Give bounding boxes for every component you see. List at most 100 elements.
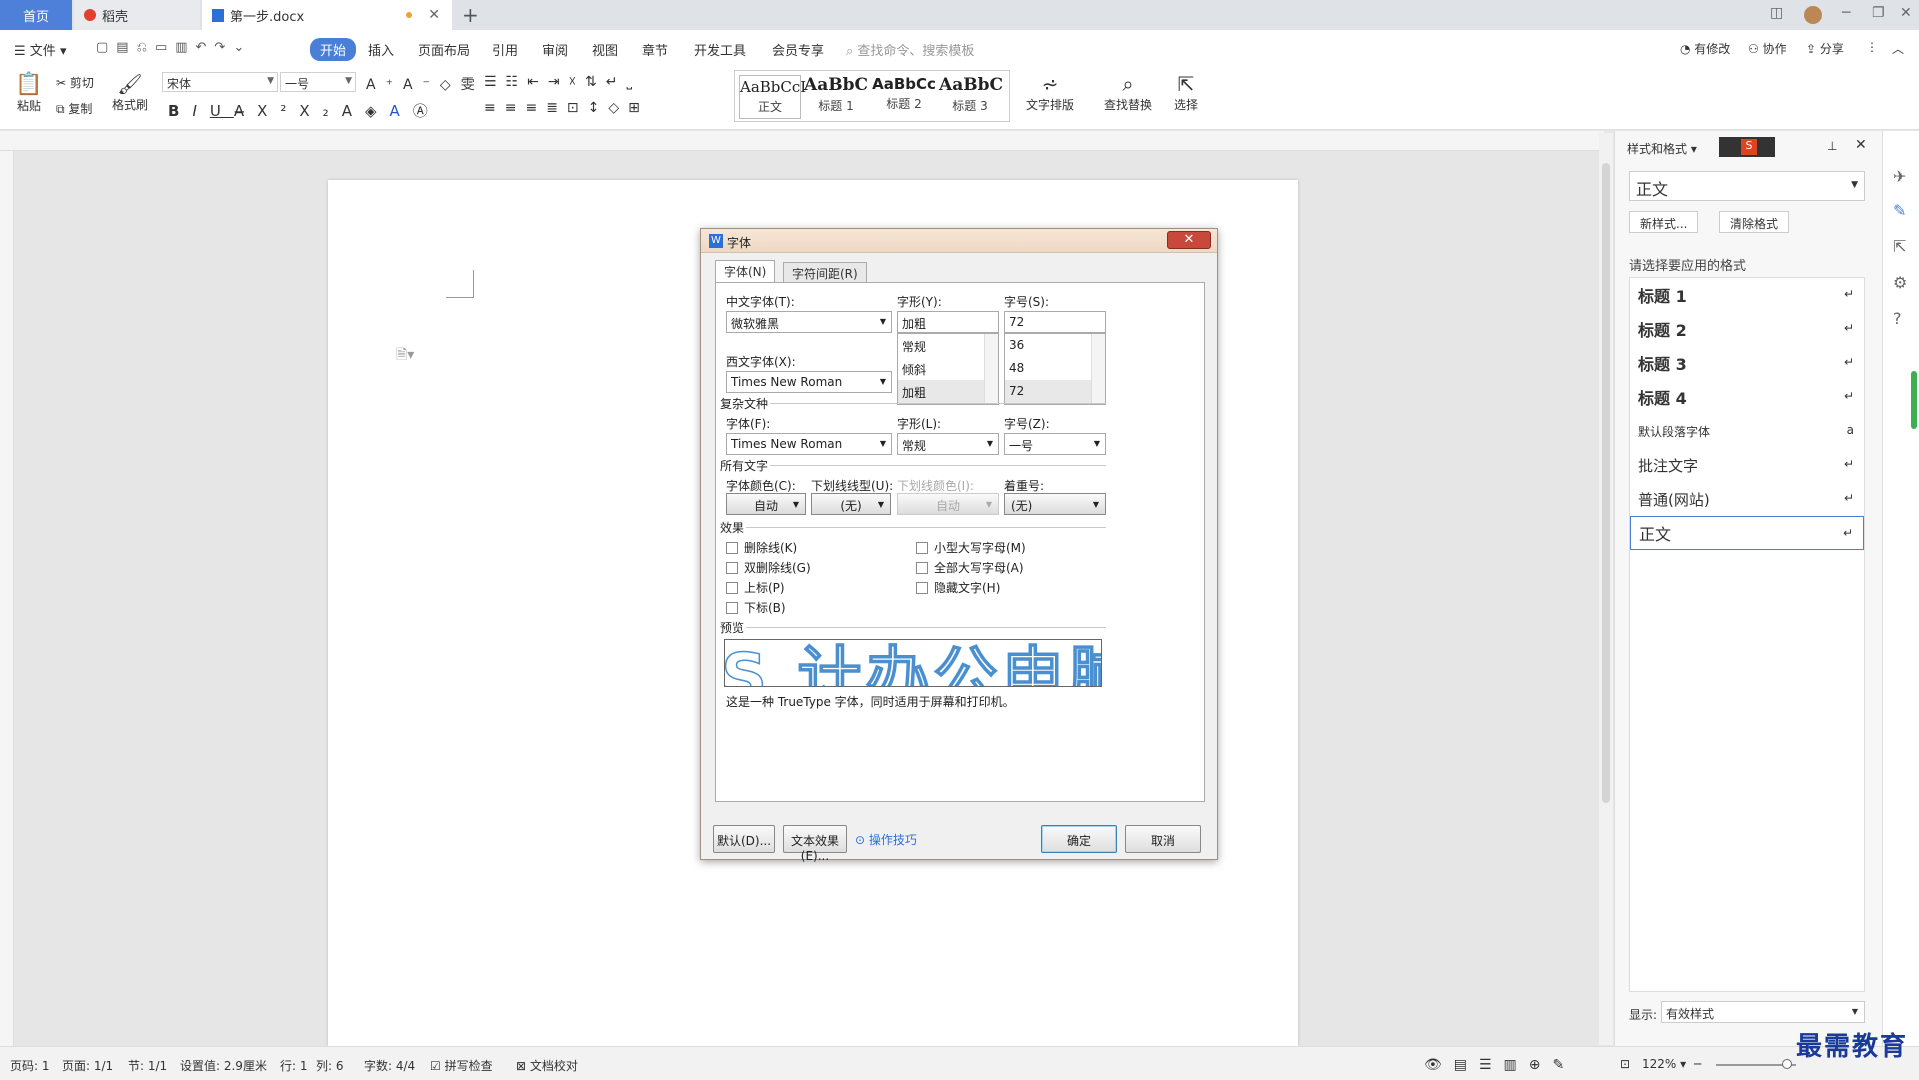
menu-file[interactable]: ☰ 文件 ▾ (14, 40, 66, 59)
menu-reference[interactable]: 引用 (492, 40, 518, 59)
layout-icon[interactable]: ◫ (1770, 5, 1783, 21)
font-name-select[interactable]: 宋体 ▼ (162, 72, 278, 92)
west-font-select[interactable]: Times New Roman ▼ (726, 371, 892, 393)
sliders-icon[interactable]: ⚙ (1893, 273, 1907, 292)
text-layout-button[interactable]: ⩫ 文字排版 (1026, 72, 1074, 113)
style-heading3[interactable]: AaBbC 标题 3 (939, 75, 1003, 114)
default-button[interactable]: 默认(D)... (713, 825, 775, 853)
tips-link[interactable]: ⊙ 操作技巧 (855, 831, 917, 848)
close-panel-icon[interactable]: ✕ (1855, 137, 1867, 153)
complex-style-select[interactable]: 常规 ▼ (897, 433, 999, 455)
list-item[interactable]: 标题 3 ↵ (1630, 346, 1864, 380)
double-strike-checkbox[interactable]: 双删除线(G) (726, 559, 811, 576)
proofread-button[interactable]: ⊠ 文档校对 (516, 1057, 578, 1074)
complex-size-select[interactable]: 一号 ▼ (1004, 433, 1106, 455)
vertical-ruler[interactable] (0, 151, 14, 1046)
avatar[interactable] (1804, 6, 1822, 24)
font-size-select[interactable]: 一号 ▼ (280, 72, 356, 92)
menu-vip[interactable]: 会员专享 (772, 40, 824, 59)
cut-button[interactable]: ✂ 剪切 (56, 74, 94, 91)
current-style-select[interactable]: 正文 ▼ (1629, 171, 1865, 201)
fit-page-icon[interactable]: ⊡ (1620, 1057, 1630, 1071)
list-item[interactable]: 常规 (898, 334, 998, 357)
zoom-select[interactable]: 122% ▾ (1642, 1057, 1686, 1071)
style-listbox[interactable]: 常规 倾斜 加粗 (897, 333, 999, 405)
pointer-icon[interactable]: ⇱ (1893, 237, 1906, 256)
font-tools-row1[interactable]: A⁺A⁻◇雯 (366, 74, 485, 94)
status-setting[interactable]: 设置值: 2.9厘米 (180, 1057, 267, 1074)
strike-checkbox[interactable]: 删除线(K) (726, 539, 797, 556)
ok-button[interactable]: 确定 (1041, 825, 1117, 853)
paragraph-row2[interactable]: ≡≡≡≣⊡↕◇⊞ (484, 100, 649, 116)
tab-spacing[interactable]: 字符间距(R) (783, 262, 867, 282)
list-item[interactable]: 加粗 (898, 380, 998, 403)
modified-button[interactable]: ◔ 有修改 (1680, 40, 1730, 57)
size-listbox[interactable]: 36 48 72 (1004, 333, 1106, 405)
format-painter-button[interactable]: 🖌 格式刷 (110, 72, 150, 113)
new-style-button[interactable]: 新样式... (1629, 211, 1699, 233)
list-item[interactable]: 标题 2 ↵ (1630, 312, 1864, 346)
view-mode-icons[interactable]: 👁▤☰▥⊕✎ (1424, 1057, 1576, 1073)
list-item[interactable]: 批注文字 ↵ (1630, 448, 1864, 482)
zoom-out-icon[interactable]: ─ (1694, 1057, 1701, 1071)
paste-button[interactable]: 📋 粘贴 (12, 72, 46, 114)
complex-font-select[interactable]: Times New Roman ▼ (726, 433, 892, 455)
underline-select[interactable]: (无) ▼ (811, 493, 891, 515)
minimize-icon[interactable]: ─ (1842, 5, 1850, 21)
small-caps-checkbox[interactable]: 小型大写字母(M) (916, 539, 1026, 556)
new-tab-icon[interactable]: + (462, 3, 479, 27)
style-heading2[interactable]: AaBbCc 标题 2 (871, 75, 937, 112)
listbox-scrollbar[interactable] (984, 334, 998, 404)
color-select[interactable]: 自动 ▼ (726, 493, 806, 515)
menu-insert[interactable]: 插入 (368, 40, 394, 59)
dialog-close-button[interactable]: ✕ (1167, 231, 1211, 249)
list-item[interactable]: 默认段落字体 a (1630, 414, 1864, 448)
quick-access-icons[interactable]: ▢▤⎌▭▥↶↷⌄ (96, 40, 252, 55)
paste-options-icon[interactable]: 🗎▾ (396, 344, 414, 368)
zoom-slider-handle[interactable] (1782, 1059, 1792, 1069)
tab-font[interactable]: 字体(N) (715, 260, 776, 283)
style-heading1[interactable]: AaBbC 标题 1 (803, 75, 869, 114)
find-replace-button[interactable]: ⌕ 查找替换 (1104, 72, 1152, 113)
rocket-icon[interactable]: ✈ (1893, 167, 1906, 186)
horizontal-ruler[interactable] (0, 131, 1604, 151)
clear-format-button[interactable]: 清除格式 (1719, 211, 1790, 233)
list-item[interactable]: 标题 1 ↵ (1630, 278, 1864, 312)
style-input[interactable]: 加粗 (897, 311, 999, 333)
status-section[interactable]: 节: 1/1 (128, 1057, 167, 1074)
status-line[interactable]: 行: 1 (280, 1057, 308, 1074)
more-icon[interactable]: ⋮ (1866, 40, 1878, 54)
all-caps-checkbox[interactable]: 全部大写字母(A) (916, 559, 1024, 576)
vertical-scrollbar[interactable] (1599, 133, 1613, 1045)
menu-layout[interactable]: 页面布局 (418, 40, 470, 59)
list-item[interactable]: 36 (1005, 334, 1105, 357)
list-item[interactable]: 48 (1005, 357, 1105, 380)
share-button[interactable]: ⇪ 分享 (1806, 40, 1844, 57)
select-button[interactable]: ⇱ 选择 (1174, 72, 1198, 113)
style-normal[interactable]: AaBbCcI 正文 (739, 75, 806, 119)
tab-daoke[interactable]: 稻壳 (74, 0, 200, 30)
listbox-scrollbar[interactable] (1091, 334, 1105, 404)
status-page-number[interactable]: 页码: 1 (10, 1057, 50, 1074)
menu-developer[interactable]: 开发工具 (694, 40, 746, 59)
superscript-checkbox[interactable]: 上标(P) (726, 579, 785, 596)
menu-start[interactable]: 开始 (310, 38, 357, 61)
dialog-title-bar[interactable]: W 字体 ✕ (701, 229, 1217, 253)
list-item[interactable]: 倾斜 (898, 357, 998, 380)
show-select[interactable]: 有效样式 ▼ (1661, 1001, 1865, 1023)
menu-review[interactable]: 审阅 (542, 40, 568, 59)
copy-button[interactable]: ⧉ 复制 (56, 100, 92, 117)
list-item[interactable]: 正文 ↵ (1630, 516, 1864, 550)
size-input[interactable]: 72 (1004, 311, 1106, 333)
collapse-ribbon-icon[interactable]: ︿ (1892, 40, 1904, 57)
help-icon[interactable]: ? (1893, 309, 1902, 328)
scrollbar-thumb[interactable] (1602, 163, 1610, 803)
status-word-count[interactable]: 字数: 4/4 (364, 1057, 415, 1074)
pin-icon[interactable]: ⊥ (1827, 139, 1837, 153)
font-format-row[interactable]: BIUA̶X²X₂A◈AⒶ (168, 100, 441, 121)
list-item[interactable]: 标题 4 ↵ (1630, 380, 1864, 414)
tab-home[interactable]: 首页 (0, 0, 72, 30)
status-column[interactable]: 列: 6 (316, 1057, 344, 1074)
collab-button[interactable]: ⚇ 协作 (1748, 40, 1787, 57)
spell-check-button[interactable]: ☑ 拼写检查 (430, 1057, 493, 1074)
